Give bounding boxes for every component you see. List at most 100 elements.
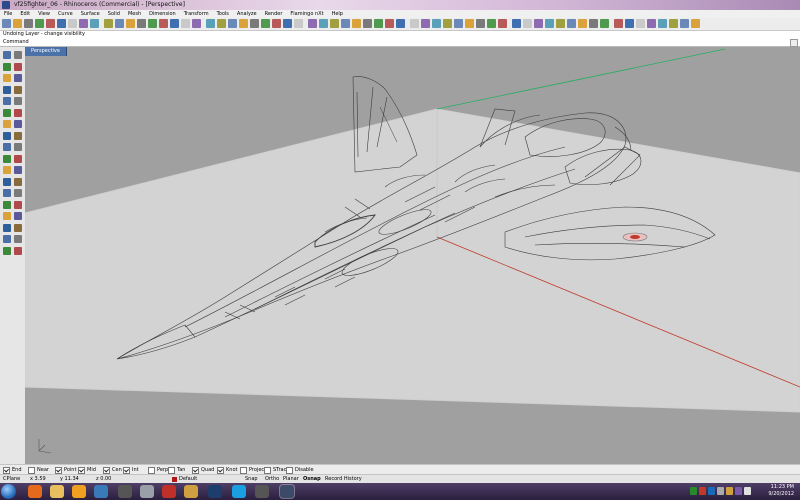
toolbar-button[interactable] (181, 19, 190, 28)
menu-solid[interactable]: Solid (104, 10, 124, 18)
viewport-canvas[interactable] (25, 47, 800, 464)
toolbar-button[interactable] (13, 19, 22, 28)
command-scroll-button[interactable] (790, 39, 798, 47)
tool-palette-button[interactable] (14, 246, 22, 255)
toolbar-button[interactable] (647, 19, 656, 28)
tool-palette-button[interactable] (3, 143, 11, 151)
toolbar-button[interactable] (680, 19, 689, 28)
osnap-cen[interactable]: Cen (103, 466, 122, 474)
toolbar-button[interactable] (46, 19, 55, 28)
explorer-icon[interactable] (50, 485, 64, 498)
menu-render[interactable]: Render (261, 10, 287, 18)
skype-icon[interactable] (232, 485, 246, 498)
tool-palette-button[interactable] (14, 154, 22, 163)
osnap-checkbox[interactable] (168, 466, 175, 474)
toolbar-button[interactable] (2, 19, 11, 28)
toolbar-button[interactable] (487, 19, 496, 28)
tool-palette-button[interactable] (3, 246, 11, 255)
menu-tools[interactable]: Tools (213, 10, 233, 18)
tool-palette-button[interactable] (14, 200, 22, 209)
toolbar-button[interactable] (589, 19, 598, 28)
osnap-checkbox[interactable] (217, 466, 224, 474)
tool-palette-button[interactable] (14, 143, 22, 151)
tray-icon[interactable] (699, 487, 706, 495)
toolbar-button[interactable] (137, 19, 146, 28)
toolbar-button[interactable] (669, 19, 678, 28)
toolbar-button[interactable] (250, 19, 259, 28)
toolbar-button[interactable] (658, 19, 667, 28)
menu-mesh[interactable]: Mesh (124, 10, 145, 18)
toolbar-button[interactable] (261, 19, 270, 28)
osnap-checkbox[interactable] (123, 466, 130, 474)
menu-file[interactable]: File (0, 10, 16, 18)
osnap-perp[interactable]: Perp (148, 466, 168, 474)
toolbar-button[interactable] (691, 19, 700, 28)
toolbar-button[interactable] (396, 19, 405, 28)
settings-icon[interactable] (140, 485, 154, 498)
toolbar-button[interactable] (283, 19, 292, 28)
toolbar-button[interactable] (476, 19, 485, 28)
tool-palette-button[interactable] (3, 235, 11, 243)
toolbar-button[interactable] (68, 19, 77, 28)
toolbar-button[interactable] (625, 19, 634, 28)
toolbar-button[interactable] (636, 19, 645, 28)
tray-icon[interactable] (726, 487, 733, 495)
tool-palette-button[interactable] (14, 177, 22, 186)
toolbar-button[interactable] (115, 19, 124, 28)
osnap-checkbox[interactable] (28, 466, 35, 474)
image-viewer-icon[interactable] (94, 485, 108, 498)
tool-palette-button[interactable] (14, 166, 22, 174)
tool-palette-button[interactable] (3, 108, 11, 117)
tool-palette-button[interactable] (3, 154, 11, 163)
clock[interactable]: 11:23 PM 9/20/2012 (768, 484, 794, 498)
osnap-checkbox[interactable] (240, 466, 247, 474)
menu-view[interactable]: View (34, 10, 54, 18)
toolbar-button[interactable] (206, 19, 215, 28)
toolbar-button[interactable] (294, 19, 303, 28)
tool-palette-button[interactable] (3, 131, 11, 140)
toolbar-button[interactable] (556, 19, 565, 28)
toolbar-button[interactable] (159, 19, 168, 28)
toolbar-button[interactable] (308, 19, 317, 28)
tray-icon[interactable] (690, 487, 697, 495)
osnap-checkbox[interactable] (78, 466, 85, 474)
viewport-title-tab[interactable]: Perspective (25, 47, 67, 56)
tool-palette-button[interactable] (14, 120, 22, 128)
menu-dimension[interactable]: Dimension (145, 10, 180, 18)
toolbar-button[interactable] (90, 19, 99, 28)
tool-palette-button[interactable] (14, 189, 22, 197)
toolbar-button[interactable] (319, 19, 328, 28)
osnap-project[interactable]: Project (240, 466, 266, 474)
toolbar-button[interactable] (57, 19, 66, 28)
toolbar-button[interactable] (228, 19, 237, 28)
toolbar-button[interactable] (443, 19, 452, 28)
toolbar-button[interactable] (534, 19, 543, 28)
toolbar-button[interactable] (217, 19, 226, 28)
tool-palette-button[interactable] (3, 177, 11, 186)
tool-palette-button[interactable] (14, 212, 22, 220)
tool-palette-button[interactable] (3, 85, 11, 94)
toolbar-button[interactable] (498, 19, 507, 28)
toolbar-button[interactable] (385, 19, 394, 28)
tool-palette-button[interactable] (14, 131, 22, 140)
globe-icon[interactable] (184, 485, 198, 498)
toolbar-button[interactable] (374, 19, 383, 28)
osnap-checkbox[interactable] (148, 466, 155, 474)
toolbar-button[interactable] (600, 19, 609, 28)
menu-curve[interactable]: Curve (54, 10, 77, 18)
toolbar-button[interactable] (35, 19, 44, 28)
tray-icon[interactable] (717, 487, 724, 495)
tool-palette-button[interactable] (3, 97, 11, 105)
toolbar-button[interactable] (512, 19, 521, 28)
menu-flamingo[interactable]: Flamingo nXt (286, 10, 327, 18)
toolbar-button[interactable] (330, 19, 339, 28)
toolbar-button[interactable] (239, 19, 248, 28)
osnap-point[interactable]: Point (55, 466, 76, 474)
tray-icon[interactable] (708, 487, 715, 495)
toolbar-button[interactable] (421, 19, 430, 28)
toolbar-button[interactable] (170, 19, 179, 28)
toolbar-button[interactable] (352, 19, 361, 28)
rhino-icon[interactable] (279, 484, 295, 499)
zbrush-icon[interactable] (255, 485, 269, 498)
osnap-tan[interactable]: Tan (168, 466, 185, 474)
